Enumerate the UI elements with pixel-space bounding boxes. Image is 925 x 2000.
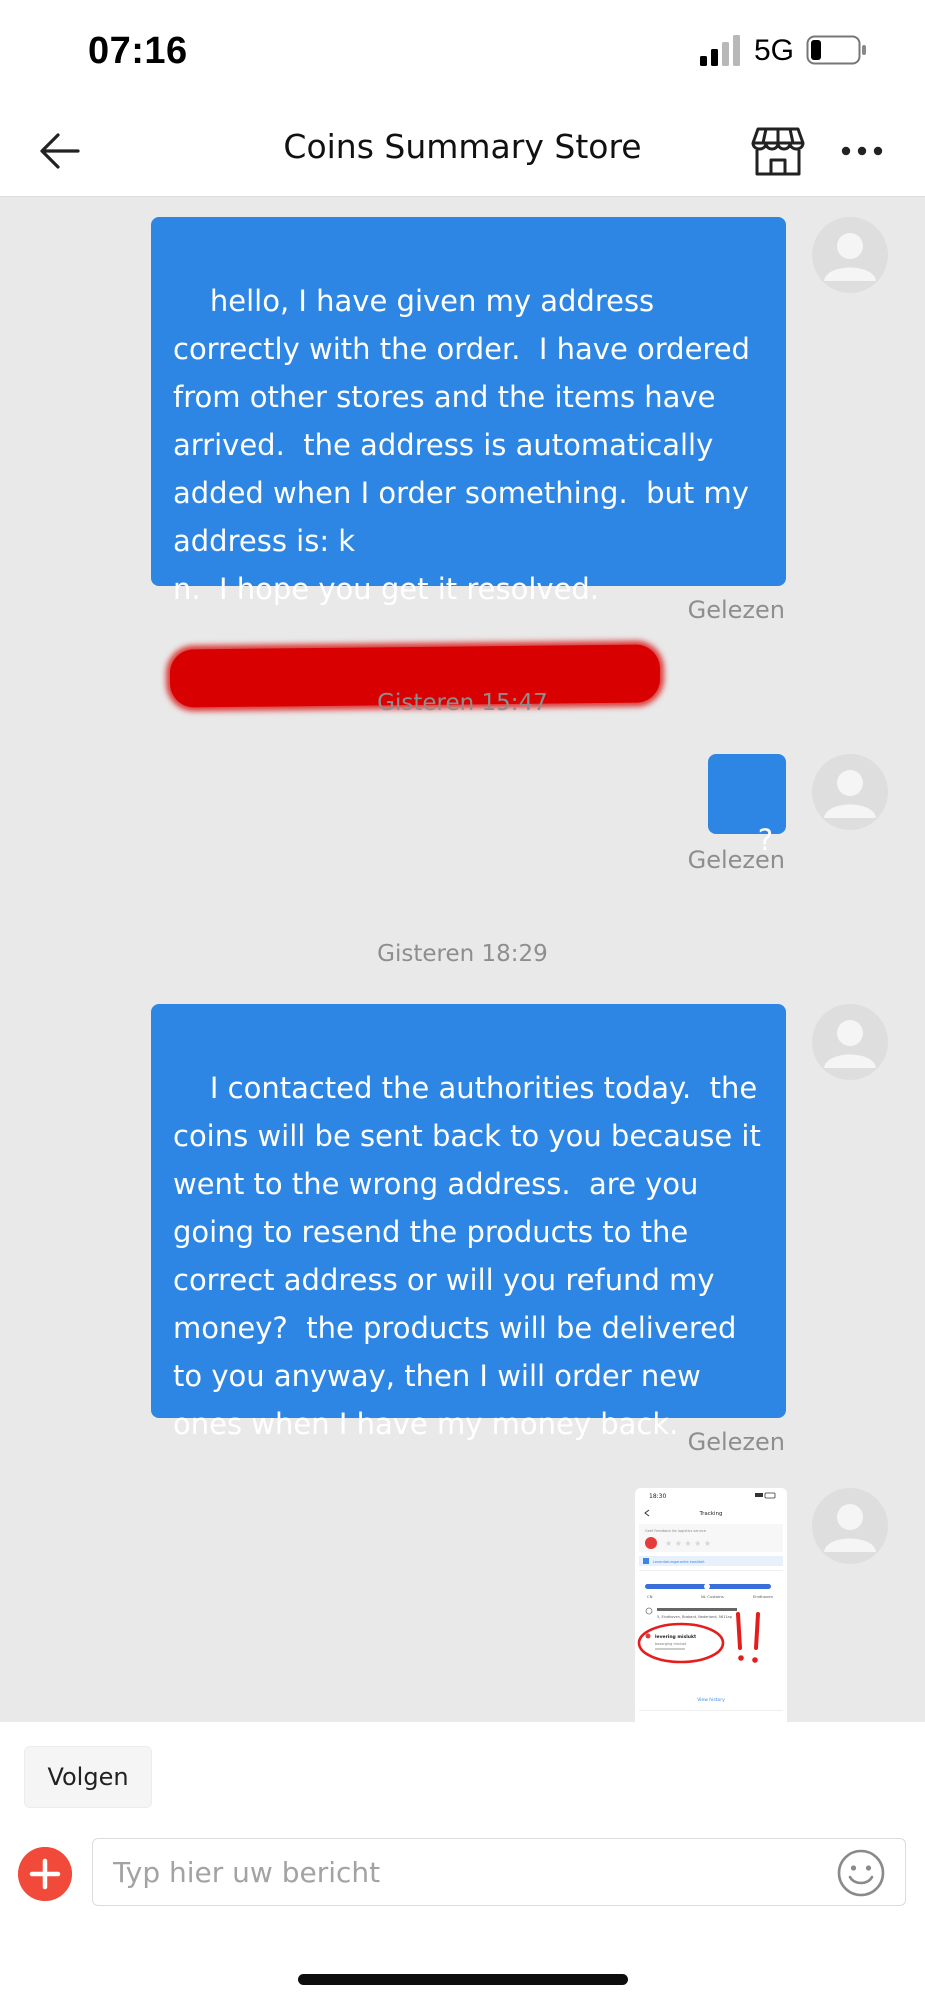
status-bar: 07:16 5G (0, 0, 925, 105)
status-time: 07:16 (88, 30, 188, 72)
home-indicator[interactable] (298, 1974, 628, 1985)
avatar-icon (824, 1020, 876, 1068)
thumb-step: NL Customs (701, 1594, 724, 1599)
thumb-event-sub: bezorging mislukt (655, 1642, 687, 1646)
thumb-step: CN (647, 1594, 653, 1599)
avatar (812, 754, 888, 830)
read-status: Gelezen (687, 596, 785, 624)
tracking-screenshot: 18:30 Tracking Geef Feedback for logisti… (635, 1488, 787, 1722)
thumb-time: 18:30 (649, 1493, 666, 1500)
follow-button[interactable]: Volgen (24, 1746, 152, 1808)
avatar-icon (824, 1504, 876, 1552)
thumb-banner: Leverdatumgarantie kwaliteit (653, 1560, 705, 1564)
message-input[interactable] (92, 1838, 906, 1906)
battery-icon (806, 35, 866, 65)
thumb-rating-prompt: Geef Feedback for logistics service (645, 1529, 706, 1533)
thumb-title: Tracking (699, 1511, 723, 1517)
read-status: Gelezen (687, 846, 785, 874)
message-bubble: hello, I have given my address correctly… (151, 217, 786, 606)
more-icon[interactable] (838, 127, 886, 175)
thumb-link: View history (697, 1697, 725, 1703)
avatar (812, 1004, 888, 1080)
thumb-address: 5, Eindhoven, Brabant, Nederland, 5611ap (657, 1615, 733, 1619)
store-icon[interactable] (750, 123, 806, 179)
avatar-icon (824, 233, 876, 281)
signal-icon (700, 35, 740, 66)
message-timestamp: Gisteren 18:29 (377, 941, 548, 967)
message-text: I contacted the authorities today. the c… (173, 1071, 771, 1441)
thumb-stars: ★ ★ ★ ★ ★ (665, 1539, 711, 1548)
emoji-icon[interactable] (836, 1848, 886, 1898)
avatar-icon (824, 770, 876, 818)
avatar (812, 217, 888, 293)
avatar (812, 1488, 888, 1564)
thumb-step: Eindhoven (753, 1594, 774, 1599)
message-bubble: I contacted the authorities today. the c… (151, 1004, 786, 1441)
read-status: Gelezen (687, 1428, 785, 1456)
chat-header: Coins Summary Store (0, 105, 925, 197)
message-text: hello, I have given my address correctly… (173, 284, 760, 606)
thumb-event-title: levering mislukt (655, 1634, 697, 1640)
image-message-thumbnail[interactable]: 18:30 Tracking Geef Feedback for logisti… (635, 1488, 787, 1722)
message-bubble: ? (708, 754, 786, 857)
network-type: 5G (754, 34, 795, 67)
plus-icon[interactable] (18, 1847, 72, 1901)
message-timestamp: Gisteren 15:47 (377, 690, 548, 716)
composer-area: Volgen (0, 1722, 925, 2000)
